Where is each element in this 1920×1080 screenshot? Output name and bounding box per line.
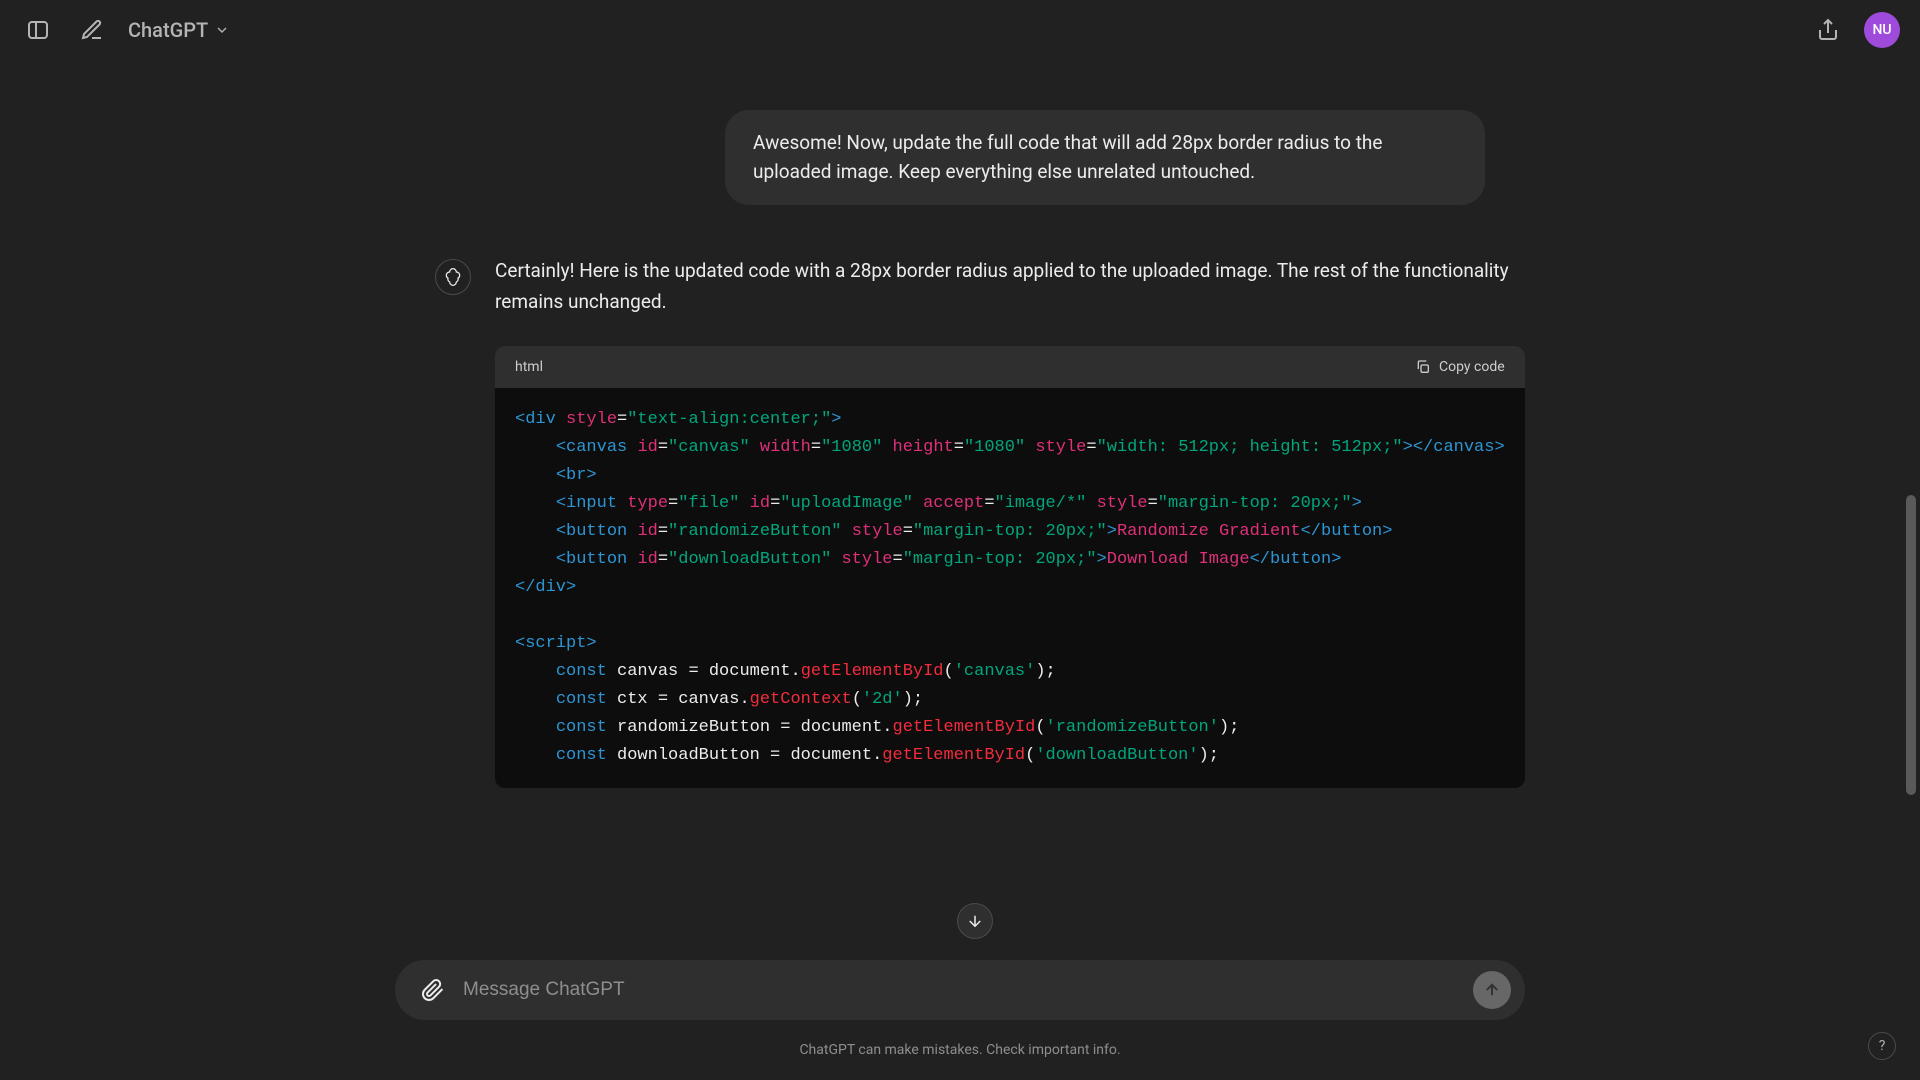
user-avatar[interactable]: NU bbox=[1864, 12, 1900, 48]
code-header: html Copy code bbox=[495, 346, 1525, 388]
copy-code-button[interactable]: Copy code bbox=[1415, 359, 1505, 375]
assistant-text: Certainly! Here is the updated code with… bbox=[495, 255, 1525, 318]
help-button[interactable]: ? bbox=[1868, 1032, 1896, 1060]
avatar-initials: NU bbox=[1872, 22, 1891, 38]
user-message: Awesome! Now, update the full code that … bbox=[725, 110, 1485, 205]
code-block: html Copy code <div style="text-align:ce… bbox=[495, 346, 1525, 789]
header: ChatGPT NU bbox=[0, 0, 1920, 60]
copy-icon bbox=[1415, 359, 1431, 375]
arrow-up-icon bbox=[1483, 981, 1501, 999]
share-icon[interactable] bbox=[1810, 12, 1846, 48]
conversation: Awesome! Now, update the full code that … bbox=[435, 60, 1485, 788]
sidebar-toggle-icon[interactable] bbox=[20, 12, 56, 48]
assistant-avatar-icon bbox=[435, 259, 471, 295]
model-selector[interactable]: ChatGPT bbox=[128, 18, 230, 42]
model-label: ChatGPT bbox=[128, 18, 208, 42]
code-content[interactable]: <div style="text-align:center;"> <canvas… bbox=[495, 388, 1525, 789]
assistant-content: Certainly! Here is the updated code with… bbox=[495, 255, 1525, 788]
scroll-to-bottom-button[interactable] bbox=[957, 903, 993, 939]
chevron-down-icon bbox=[214, 22, 230, 38]
send-button[interactable] bbox=[1473, 971, 1511, 1009]
main: Awesome! Now, update the full code that … bbox=[0, 60, 1920, 1080]
attach-icon[interactable] bbox=[419, 976, 447, 1004]
message-input[interactable] bbox=[463, 979, 1457, 1001]
copy-code-label: Copy code bbox=[1439, 359, 1505, 375]
new-chat-icon[interactable] bbox=[74, 12, 110, 48]
scrollbar-thumb[interactable] bbox=[1906, 495, 1916, 795]
message-input-bar bbox=[395, 960, 1525, 1020]
disclaimer-text: ChatGPT can make mistakes. Check importa… bbox=[0, 1042, 1920, 1058]
arrow-down-icon bbox=[966, 912, 984, 930]
code-language: html bbox=[515, 359, 543, 375]
scrollbar-track[interactable] bbox=[1904, 0, 1918, 1080]
user-message-row: Awesome! Now, update the full code that … bbox=[435, 110, 1485, 205]
assistant-message-row: Certainly! Here is the updated code with… bbox=[435, 255, 1485, 788]
